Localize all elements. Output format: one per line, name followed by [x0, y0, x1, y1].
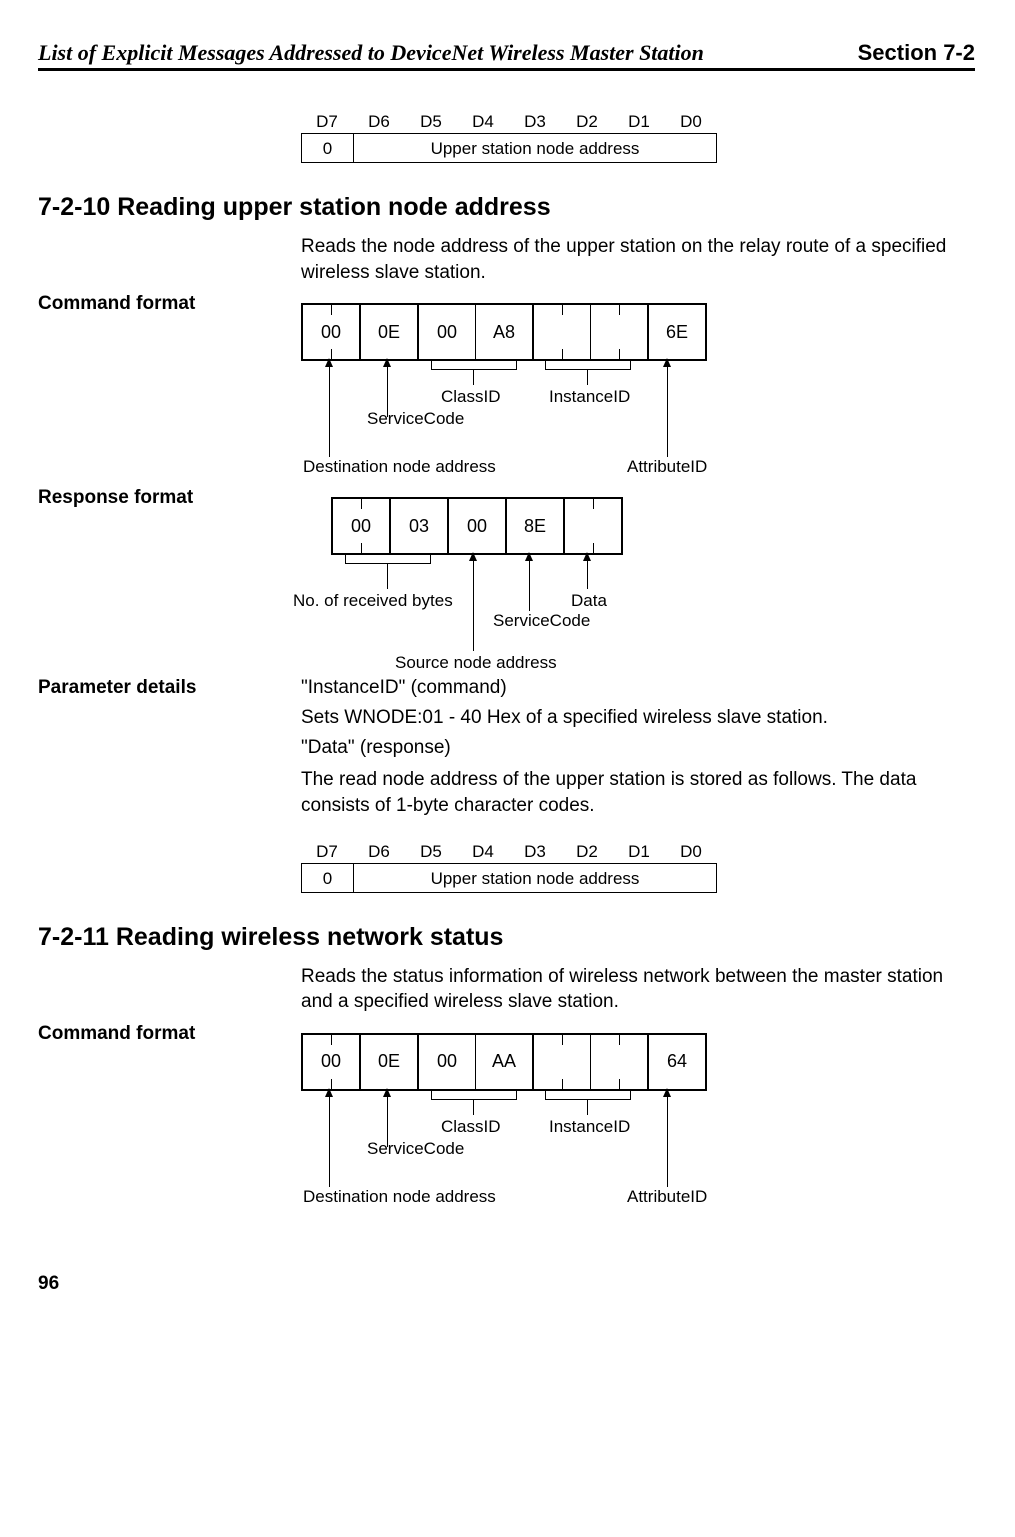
cmd-cell	[534, 1035, 591, 1089]
page-header: List of Explicit Messages Addressed to D…	[38, 40, 975, 71]
label-instanceid: InstanceID	[549, 1117, 630, 1137]
bit-hdr: D1	[613, 111, 665, 133]
label-recv-bytes: No. of received bytes	[293, 591, 453, 611]
cmd-cell	[591, 1035, 649, 1089]
bit-hdr: D5	[405, 111, 457, 133]
bit-hdr: D6	[353, 111, 405, 133]
label-attrid: AttributeID	[627, 457, 707, 477]
bit-cell-zero: 0	[301, 863, 353, 893]
cmd-cell: 00	[419, 305, 476, 359]
parameter-details-label: Parameter details	[38, 677, 301, 699]
header-title: List of Explicit Messages Addressed to D…	[38, 40, 704, 66]
label-dest-addr: Destination node address	[303, 457, 496, 477]
bit-table-top: D7 D6 D5 D4 D3 D2 D1 D0 0 Upper station …	[301, 111, 975, 163]
cmd-cell	[534, 305, 591, 359]
resp-cell: 00	[333, 499, 391, 553]
label-data: Data	[571, 591, 607, 611]
bit-hdr: D7	[301, 841, 353, 863]
cmd-cell: 0E	[361, 305, 419, 359]
bit-hdr: D2	[561, 841, 613, 863]
bit-cell-upper: Upper station node address	[353, 863, 717, 893]
cmd-cell: 00	[419, 1035, 476, 1089]
cmd-cell	[591, 305, 649, 359]
section-heading-7-2-11: 7-2-11 Reading wireless network status	[38, 923, 975, 952]
param-line: "Data" (response)	[301, 737, 975, 759]
bit-hdr: D3	[509, 111, 561, 133]
cmd-cell: 00	[303, 1035, 361, 1089]
bit-hdr: D5	[405, 841, 457, 863]
label-dest-addr: Destination node address	[303, 1187, 496, 1207]
param-line: Sets WNODE:01 - 40 Hex of a specified wi…	[301, 707, 975, 729]
section-intro: Reads the node address of the upper stat…	[301, 234, 975, 285]
bit-hdr: D4	[457, 111, 509, 133]
command-format-label: Command format	[38, 1023, 301, 1045]
resp-cell	[565, 499, 621, 553]
bit-hdr: D1	[613, 841, 665, 863]
label-classid: ClassID	[441, 387, 501, 407]
command-format-label: Command format	[38, 293, 301, 315]
section-intro: Reads the status information of wireless…	[301, 964, 975, 1015]
bit-hdr: D2	[561, 111, 613, 133]
command-format-diagram: 00 0E 00 A8 6E ClassID InstanceID Servic…	[301, 293, 975, 483]
section-heading-7-2-10: 7-2-10 Reading upper station node addres…	[38, 193, 975, 222]
param-line: "InstanceID" (command)	[301, 677, 975, 699]
bit-hdr: D0	[665, 841, 717, 863]
bit-cell-upper: Upper station node address	[353, 133, 717, 163]
cmd-cell: AA	[476, 1035, 534, 1089]
label-instanceid: InstanceID	[549, 387, 630, 407]
label-servicecode: ServiceCode	[367, 409, 464, 429]
cmd-cell: 6E	[649, 305, 705, 359]
bit-hdr: D0	[665, 111, 717, 133]
param-line: The read node address of the upper stati…	[301, 767, 975, 818]
resp-cell: 8E	[507, 499, 565, 553]
cmd-cell: 00	[303, 305, 361, 359]
label-src-addr: Source node address	[395, 653, 557, 673]
cmd-cell: A8	[476, 305, 534, 359]
bit-hdr: D3	[509, 841, 561, 863]
bit-table-bottom: D7 D6 D5 D4 D3 D2 D1 D0 0 Upper station …	[301, 841, 975, 893]
page-number: 96	[38, 1273, 975, 1295]
bit-cell-zero: 0	[301, 133, 353, 163]
resp-cell: 03	[391, 499, 449, 553]
bit-hdr: D6	[353, 841, 405, 863]
response-format-diagram: 00 03 00 8E No. of received bytes Data S…	[301, 487, 975, 677]
label-servicecode: ServiceCode	[367, 1139, 464, 1159]
bit-hdr: D4	[457, 841, 509, 863]
header-section: Section 7-2	[858, 40, 975, 66]
bit-hdr: D7	[301, 111, 353, 133]
response-format-label: Response format	[38, 487, 301, 509]
cmd-cell: 0E	[361, 1035, 419, 1089]
label-servicecode: ServiceCode	[493, 611, 590, 631]
label-attrid: AttributeID	[627, 1187, 707, 1207]
cmd-cell: 64	[649, 1035, 705, 1089]
label-classid: ClassID	[441, 1117, 501, 1137]
command-format-diagram: 00 0E 00 AA 64 ClassID InstanceID Servic…	[301, 1023, 975, 1213]
resp-cell: 00	[449, 499, 507, 553]
